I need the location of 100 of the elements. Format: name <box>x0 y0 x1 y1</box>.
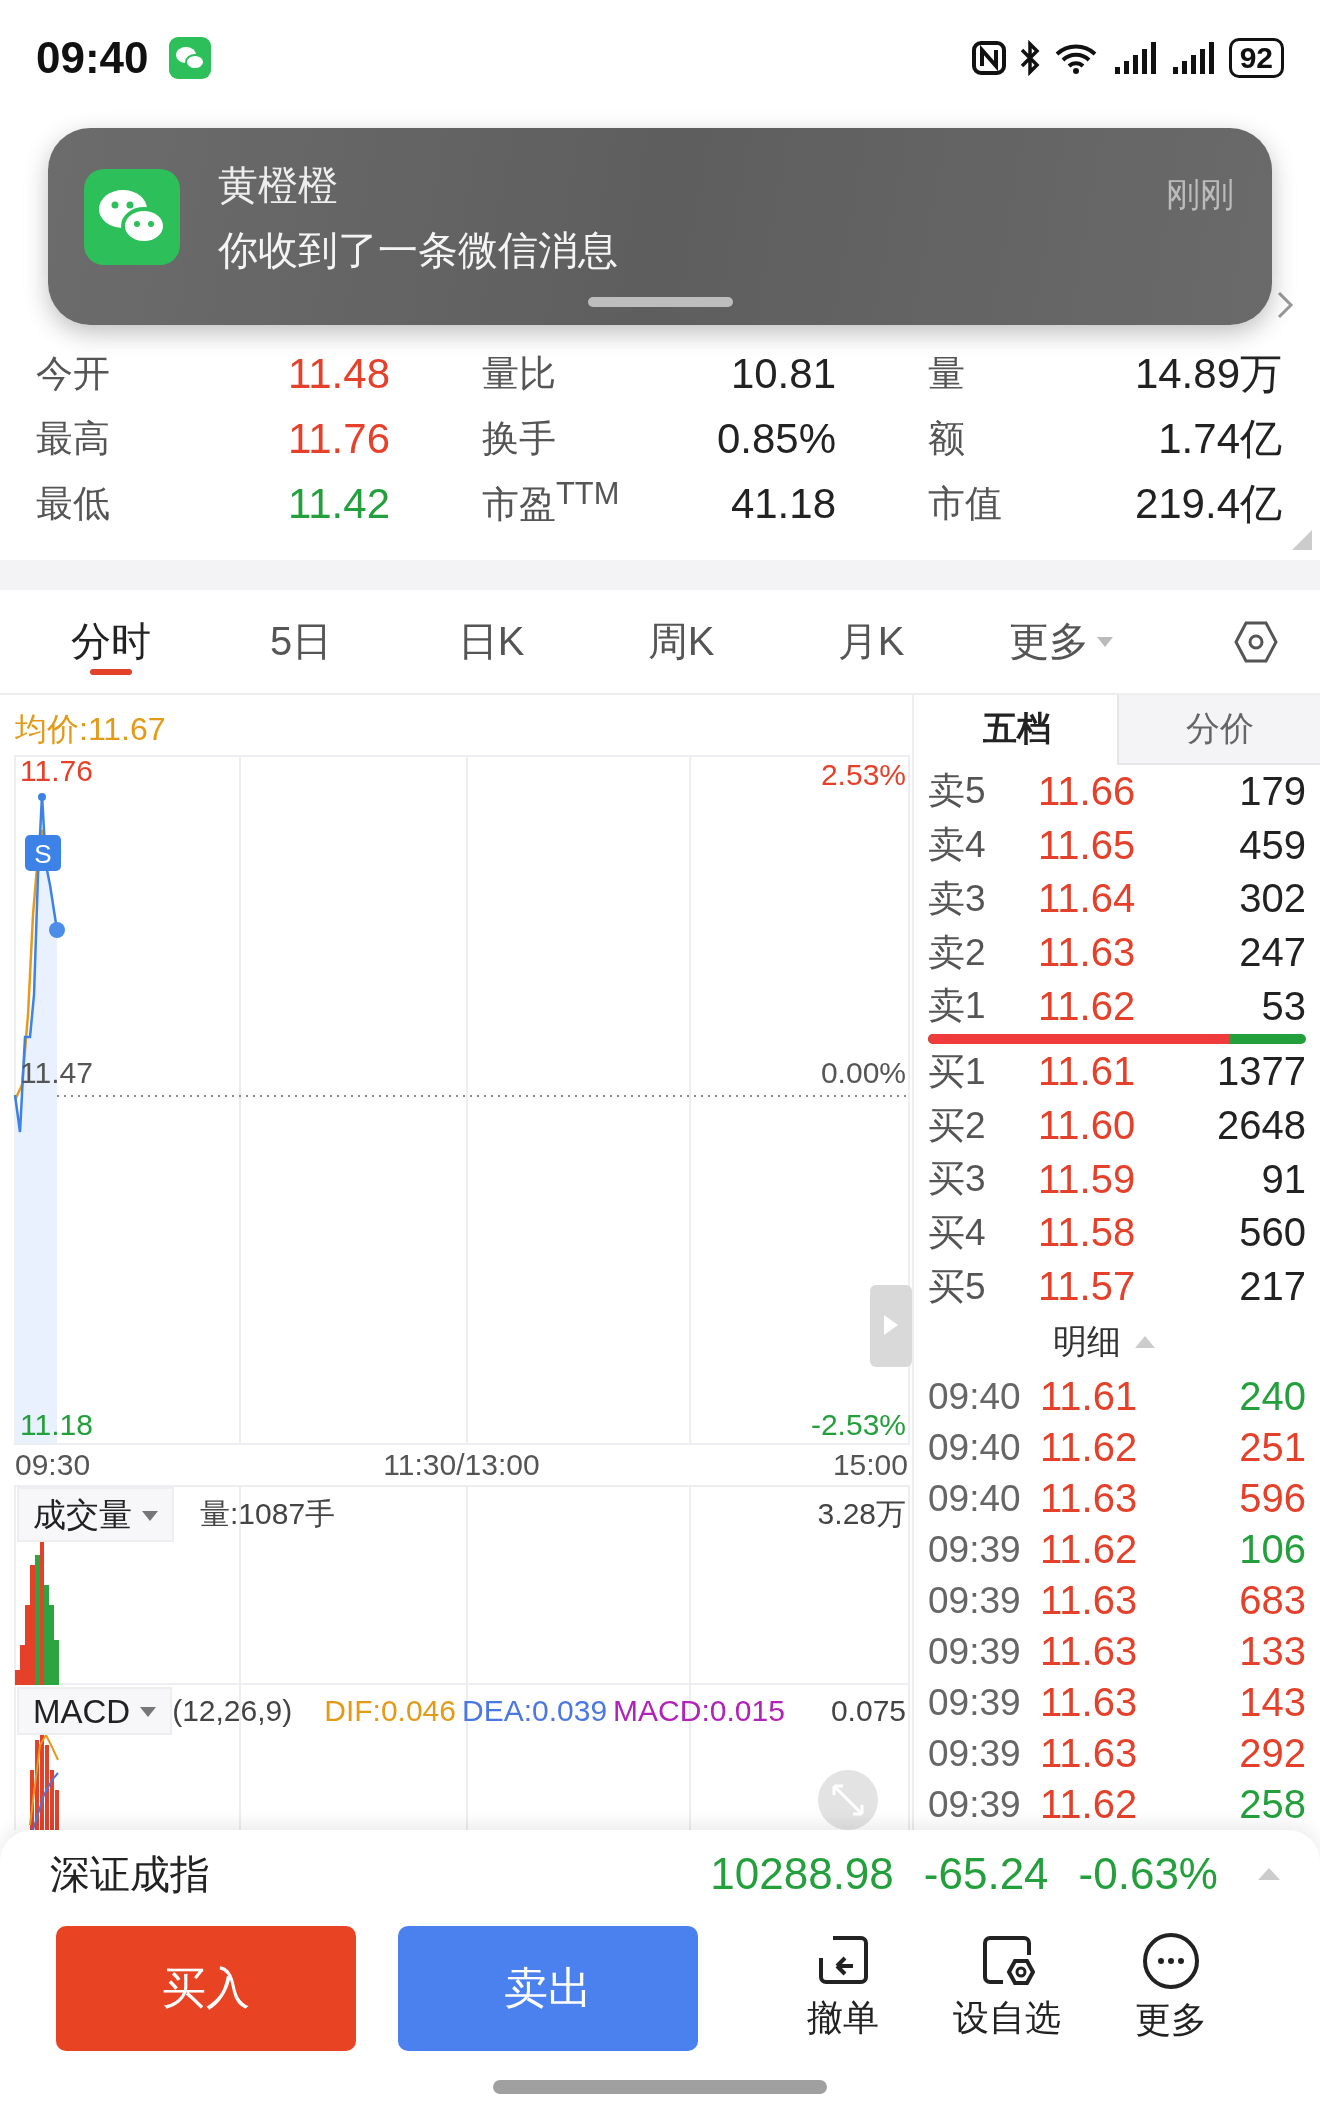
stat-label: 市盈$^{TTM}$ <box>482 476 620 528</box>
chat-app-icon <box>168 36 211 79</box>
drag-handle[interactable] <box>588 297 733 307</box>
trade-time: 09:39 <box>928 1528 1022 1571</box>
level-label: 卖2 <box>928 930 987 975</box>
trade-time: 09:39 <box>928 1579 1022 1622</box>
level-volume: 247 <box>1239 930 1306 975</box>
stat-value: 11.76 <box>288 414 390 463</box>
play-handle[interactable] <box>870 1285 912 1367</box>
stat-value: 0.85% <box>716 414 836 463</box>
toolbar-button[interactable]: 撤单 <box>788 1931 898 2045</box>
corner-triangle-icon[interactable] <box>1292 530 1312 550</box>
level-label: 买2 <box>928 1103 987 1148</box>
stat-label: 今开 <box>36 351 110 396</box>
notification-message: 你收到了一条微信消息 <box>218 226 618 274</box>
level-label: 卖5 <box>928 769 987 814</box>
nfc-icon <box>970 39 1007 76</box>
signal-icon <box>1112 40 1159 75</box>
chat-app-icon <box>84 168 180 265</box>
trade-time: 09:40 <box>928 1426 1022 1469</box>
trade-volume: 596 <box>1239 1476 1306 1522</box>
dif-reading: DIF:0.046 <box>324 1694 456 1728</box>
stat-value: 41.18 <box>730 479 836 528</box>
chart-tab[interactable]: 周K <box>586 590 776 693</box>
trade-time: 09:39 <box>928 1783 1022 1826</box>
notification-time: 刚刚 <box>1166 174 1234 215</box>
trade-price: 11.62 <box>1040 1782 1138 1828</box>
stat-label: 最高 <box>36 416 110 461</box>
stat-label: 额 <box>928 416 965 461</box>
index-percent: -0.63% <box>1078 1849 1218 1899</box>
average-price: 均价:11.67 <box>14 710 167 749</box>
order-book-tab[interactable]: 分价 <box>1117 695 1320 765</box>
sell-marker-label: S <box>34 839 52 869</box>
chart-tab[interactable]: 更多 <box>966 590 1156 693</box>
level-price: 11.62 <box>1038 983 1136 1029</box>
level-label: 卖1 <box>928 984 987 1029</box>
chart-tab[interactable]: 5日 <box>206 590 396 693</box>
indicator-selector[interactable]: MACD <box>17 1687 173 1735</box>
chart-tab[interactable]: 月K <box>776 590 966 693</box>
trade-time: 09:40 <box>928 1477 1022 1520</box>
caret-icon <box>1097 636 1113 647</box>
dea-line <box>32 1772 59 1830</box>
axis-label: 0.00% <box>820 1056 906 1089</box>
caret-icon <box>140 1707 157 1717</box>
level-volume: 91 <box>1261 1156 1306 1202</box>
index-name: 深证成指 <box>50 1850 210 1898</box>
trade-volume: 292 <box>1239 1731 1306 1777</box>
buy-button[interactable]: 买入 <box>56 1925 356 2051</box>
caret-up-icon[interactable] <box>1258 1868 1280 1880</box>
trade-price: 11.62 <box>1040 1425 1138 1471</box>
level-price: 11.63 <box>1038 930 1136 975</box>
trade-volume: 258 <box>1239 1782 1306 1828</box>
level-label: 买1 <box>928 1049 987 1094</box>
axis-label: 11.76 <box>20 755 93 787</box>
level-price: 11.59 <box>1038 1156 1136 1202</box>
level-price: 11.61 <box>1038 1049 1136 1095</box>
home-indicator[interactable] <box>493 2080 827 2094</box>
sell-marker[interactable] <box>25 835 61 871</box>
toolbar-button[interactable]: 设自选 <box>952 1931 1062 2045</box>
level-price: 11.60 <box>1038 1103 1136 1148</box>
trade-volume: 133 <box>1239 1629 1306 1675</box>
chart-tab[interactable]: 日K <box>396 590 586 693</box>
level-label: 买4 <box>928 1210 987 1255</box>
chart-tab[interactable]: 分时 <box>46 590 176 693</box>
level-volume: 179 <box>1239 768 1306 814</box>
stat-value: 11.42 <box>288 479 390 528</box>
level-label: 卖3 <box>928 876 987 921</box>
sell-button[interactable]: 卖出 <box>398 1925 698 2051</box>
details-toggle[interactable]: 明细 <box>1047 1318 1161 1367</box>
trade-time: 09:39 <box>928 1630 1022 1673</box>
trade-volume: 251 <box>1239 1425 1306 1471</box>
level-volume: 560 <box>1239 1210 1306 1256</box>
latest-point <box>49 922 65 938</box>
toolbar-button[interactable]: 更多 <box>1116 1931 1226 2045</box>
level-price: 11.58 <box>1038 1210 1136 1256</box>
notification-title: 黄橙橙 <box>218 161 339 209</box>
chevron-right-icon[interactable] <box>1276 290 1294 320</box>
trade-volume: 240 <box>1239 1374 1306 1420</box>
indicator-selector[interactable]: 成交量 <box>17 1487 174 1542</box>
trade-price: 11.63 <box>1040 1578 1138 1624</box>
stat-value: 10.81 <box>730 349 836 398</box>
high-point <box>38 793 46 801</box>
trade-price: 11.63 <box>1040 1731 1138 1777</box>
trade-time: 09:39 <box>928 1732 1022 1775</box>
axis-label: 2.53% <box>820 758 906 791</box>
more-icon <box>1142 1931 1200 1990</box>
notification-banner[interactable]: 黄橙橙 你收到了一条微信消息 刚刚 <box>48 128 1272 325</box>
stat-label: 量 <box>928 351 965 396</box>
stat-label: 量比 <box>482 351 556 396</box>
level-price: 11.65 <box>1038 822 1136 868</box>
index-change: -65.24 <box>923 1849 1049 1899</box>
volume-reading: 量:1087手 <box>200 1496 336 1532</box>
trade-price: 11.63 <box>1040 1476 1138 1522</box>
battery-indicator: 92 <box>1228 37 1284 78</box>
status-time: 09:40 <box>36 32 149 83</box>
level-label: 买3 <box>928 1157 987 1202</box>
trade-price: 11.61 <box>1040 1374 1138 1420</box>
level-price: 11.64 <box>1038 876 1136 922</box>
macd-reading: MACD:0.015 <box>613 1694 785 1728</box>
expand-icon[interactable] <box>818 1770 878 1830</box>
